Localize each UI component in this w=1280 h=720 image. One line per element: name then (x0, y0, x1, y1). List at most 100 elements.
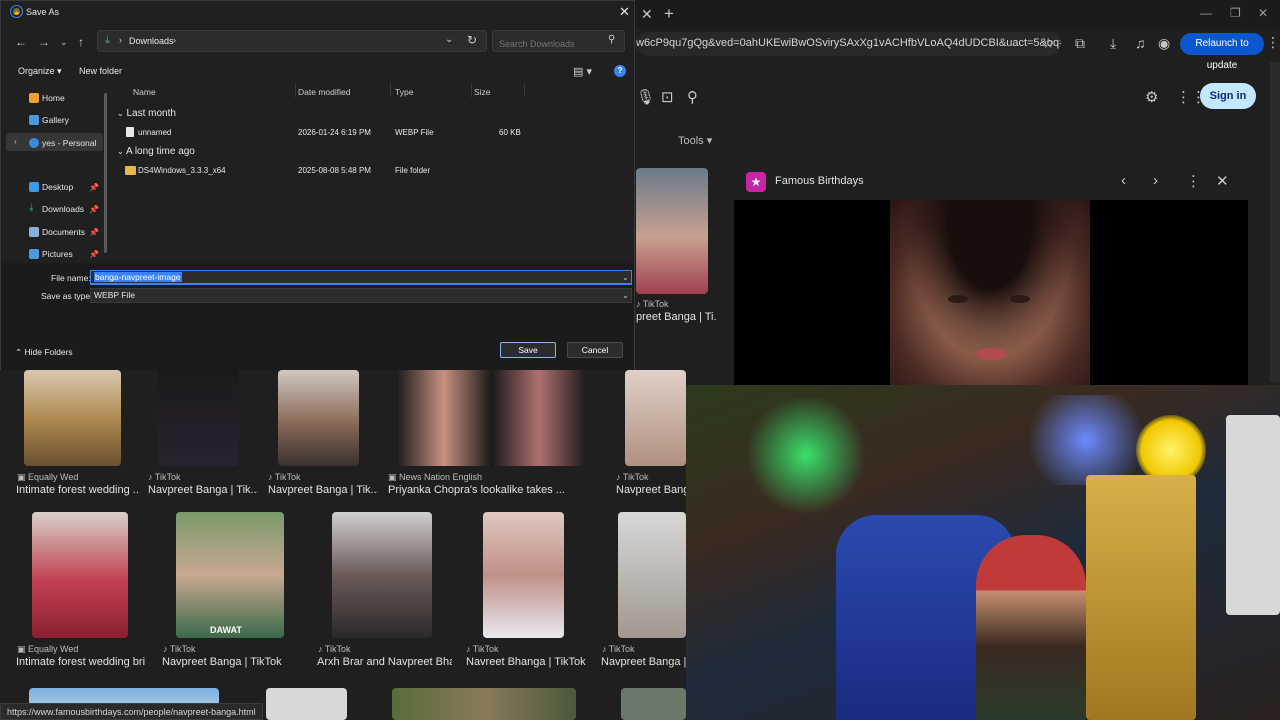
address-history-chevron-icon[interactable]: ⌄ (445, 34, 453, 45)
expand-chevron-icon[interactable]: › (14, 137, 17, 146)
search-input[interactable] (492, 30, 625, 52)
portrait-eye (1010, 295, 1030, 303)
breadcrumb-downloads[interactable]: Downloads (129, 36, 174, 46)
result-caption[interactable]: Priyanka Chopra's lookalike takes ... (388, 484, 608, 496)
result-thumbnail[interactable] (24, 370, 121, 466)
preview-image[interactable] (890, 200, 1090, 385)
new-folder-button[interactable]: New folder (79, 66, 122, 76)
downloads-icon[interactable]: ⤓ (1110, 35, 1116, 52)
view-options-icon[interactable]: ▤ ▾ (573, 65, 592, 78)
result-thumbnail[interactable] (32, 512, 128, 638)
pin-icon[interactable]: 📌 (89, 228, 99, 237)
refresh-icon[interactable]: ↻ (467, 33, 477, 47)
result-thumbnail[interactable] (158, 370, 239, 466)
result-thumbnail[interactable] (332, 512, 432, 638)
result-thumbnail[interactable] (621, 688, 686, 720)
result-caption[interactable]: Navpreet Banga | Tik... (148, 484, 258, 496)
column-size[interactable]: Size (474, 87, 491, 97)
column-divider[interactable] (390, 83, 391, 97)
tools-button[interactable]: Tools ▾ (678, 134, 712, 147)
column-divider[interactable] (295, 83, 296, 97)
nav-pane-scrollbar[interactable] (104, 93, 107, 253)
result-caption[interactable]: Intimate forest wedding bri... (16, 656, 146, 668)
organize-button[interactable]: Organize ▾ (18, 66, 62, 77)
result-caption[interactable]: Navpreet Banga | Tik... (268, 484, 378, 496)
result-thumbnail[interactable] (483, 512, 564, 638)
breadcrumb-chevron-icon[interactable]: › (173, 35, 176, 45)
sign-in-button[interactable]: Sign in (1200, 83, 1256, 109)
result-source: ♪ TikTok (602, 644, 635, 654)
result-thumbnail[interactable] (636, 168, 708, 294)
result-source: ♪ TikTok (163, 644, 196, 654)
file-name-input[interactable]: banga-navpreet-image (90, 270, 632, 285)
address-bar[interactable]: w6cP9qu7gQg&ved=0ahUKEwiBwOSvirySAxXg1vA… (636, 32, 1061, 56)
result-caption[interactable]: Navpreet Banga (616, 484, 686, 496)
breadcrumb-chevron-icon[interactable]: › (119, 35, 122, 45)
gas-pump (1086, 475, 1196, 720)
result-caption[interactable]: Navpreet Banga | TikTok (162, 656, 292, 668)
chevron-down-icon[interactable]: ⌄ (622, 273, 629, 282)
new-tab-icon[interactable]: + (664, 4, 674, 24)
famous-birthdays-logo-icon: ★ (746, 172, 766, 192)
extensions-icon[interactable]: ⧉ (1075, 35, 1085, 52)
column-divider[interactable] (471, 83, 472, 97)
result-caption[interactable]: preet Banga | Ti... (636, 311, 716, 323)
chevron-left-icon[interactable]: ‹ (1121, 172, 1126, 189)
column-date-modified[interactable]: Date modified (298, 87, 350, 97)
result-thumbnail[interactable] (278, 370, 359, 466)
more-options-icon[interactable]: ⋮ (1186, 172, 1201, 190)
result-thumbnail[interactable] (396, 370, 587, 466)
tab-close-icon[interactable]: ✕ (641, 6, 655, 22)
relaunch-button[interactable]: Relaunch to update (1180, 33, 1264, 71)
result-thumbnail[interactable] (618, 512, 686, 638)
chevron-right-icon[interactable]: › (1153, 172, 1158, 189)
desktop-icon (29, 182, 39, 192)
result-thumbnail[interactable]: DAWAT (176, 512, 284, 638)
forward-arrow-icon[interactable]: → (38, 35, 50, 49)
back-arrow-icon[interactable]: ← (15, 35, 27, 49)
dialog-title: Save As (26, 7, 60, 17)
column-name[interactable]: Name (133, 87, 156, 97)
result-caption[interactable]: Navreet Bhanga | TikTok (466, 656, 596, 668)
bookmark-star-icon[interactable]: ☆ (1042, 35, 1055, 52)
result-thumbnail[interactable] (392, 688, 576, 720)
column-type[interactable]: Type (395, 87, 413, 97)
media-controls-icon[interactable]: ♫ (1135, 35, 1146, 51)
minimize-icon[interactable]: — (1200, 6, 1212, 20)
save-as-type-select[interactable]: WEBP File (90, 288, 632, 303)
panel-title[interactable]: Famous Birthdays (775, 175, 864, 187)
lens-icon[interactable]: ⊡ (661, 88, 674, 106)
result-thumbnail[interactable] (625, 370, 686, 466)
whiteboard (1226, 415, 1280, 615)
maximize-icon[interactable]: ❐ (1230, 6, 1241, 20)
result-caption[interactable]: Arxh Brar and Navpreet Bha... (317, 656, 452, 668)
page-scrollbar[interactable] (1270, 62, 1280, 382)
browser-menu-icon[interactable]: ⋮ (1266, 34, 1280, 51)
close-icon[interactable]: ✕ (619, 4, 630, 20)
file-name: DS4Windows_3.3.3_x64 (138, 166, 226, 175)
group-header[interactable]: ⌄ Last month (117, 108, 176, 119)
pin-icon[interactable]: 📌 (89, 205, 99, 214)
result-thumbnail[interactable] (266, 688, 347, 720)
hide-folders-button[interactable]: ⌃ Hide Folders (15, 347, 73, 358)
pin-icon[interactable]: 📌 (89, 183, 99, 192)
help-icon[interactable]: ? (614, 65, 626, 77)
save-button[interactable]: Save (500, 342, 556, 358)
result-caption[interactable]: Intimate forest wedding ... (16, 484, 140, 496)
chevron-down-icon[interactable]: ⌄ (622, 291, 629, 300)
group-header[interactable]: ⌄ A long time ago (117, 146, 195, 157)
up-arrow-icon[interactable]: ↑ (78, 35, 84, 49)
settings-gear-icon[interactable]: ⚙ (1145, 88, 1158, 106)
file-type: File folder (395, 166, 431, 175)
close-panel-icon[interactable]: ✕ (1216, 172, 1229, 190)
voice-search-icon[interactable]: 🎙 (636, 88, 655, 106)
search-icon[interactable]: ⚲ (687, 88, 698, 106)
pin-icon[interactable]: 📌 (89, 250, 99, 259)
column-divider[interactable] (524, 83, 525, 97)
result-caption[interactable]: Navpreet Banga | Ti (601, 656, 686, 668)
cancel-button[interactable]: Cancel (567, 342, 623, 358)
file-name-label: File name: (51, 273, 91, 283)
profile-icon[interactable]: ◉ (1158, 35, 1170, 52)
window-close-icon[interactable]: ✕ (1258, 6, 1268, 20)
recent-locations-chevron-icon[interactable]: ⌄ (60, 37, 68, 48)
